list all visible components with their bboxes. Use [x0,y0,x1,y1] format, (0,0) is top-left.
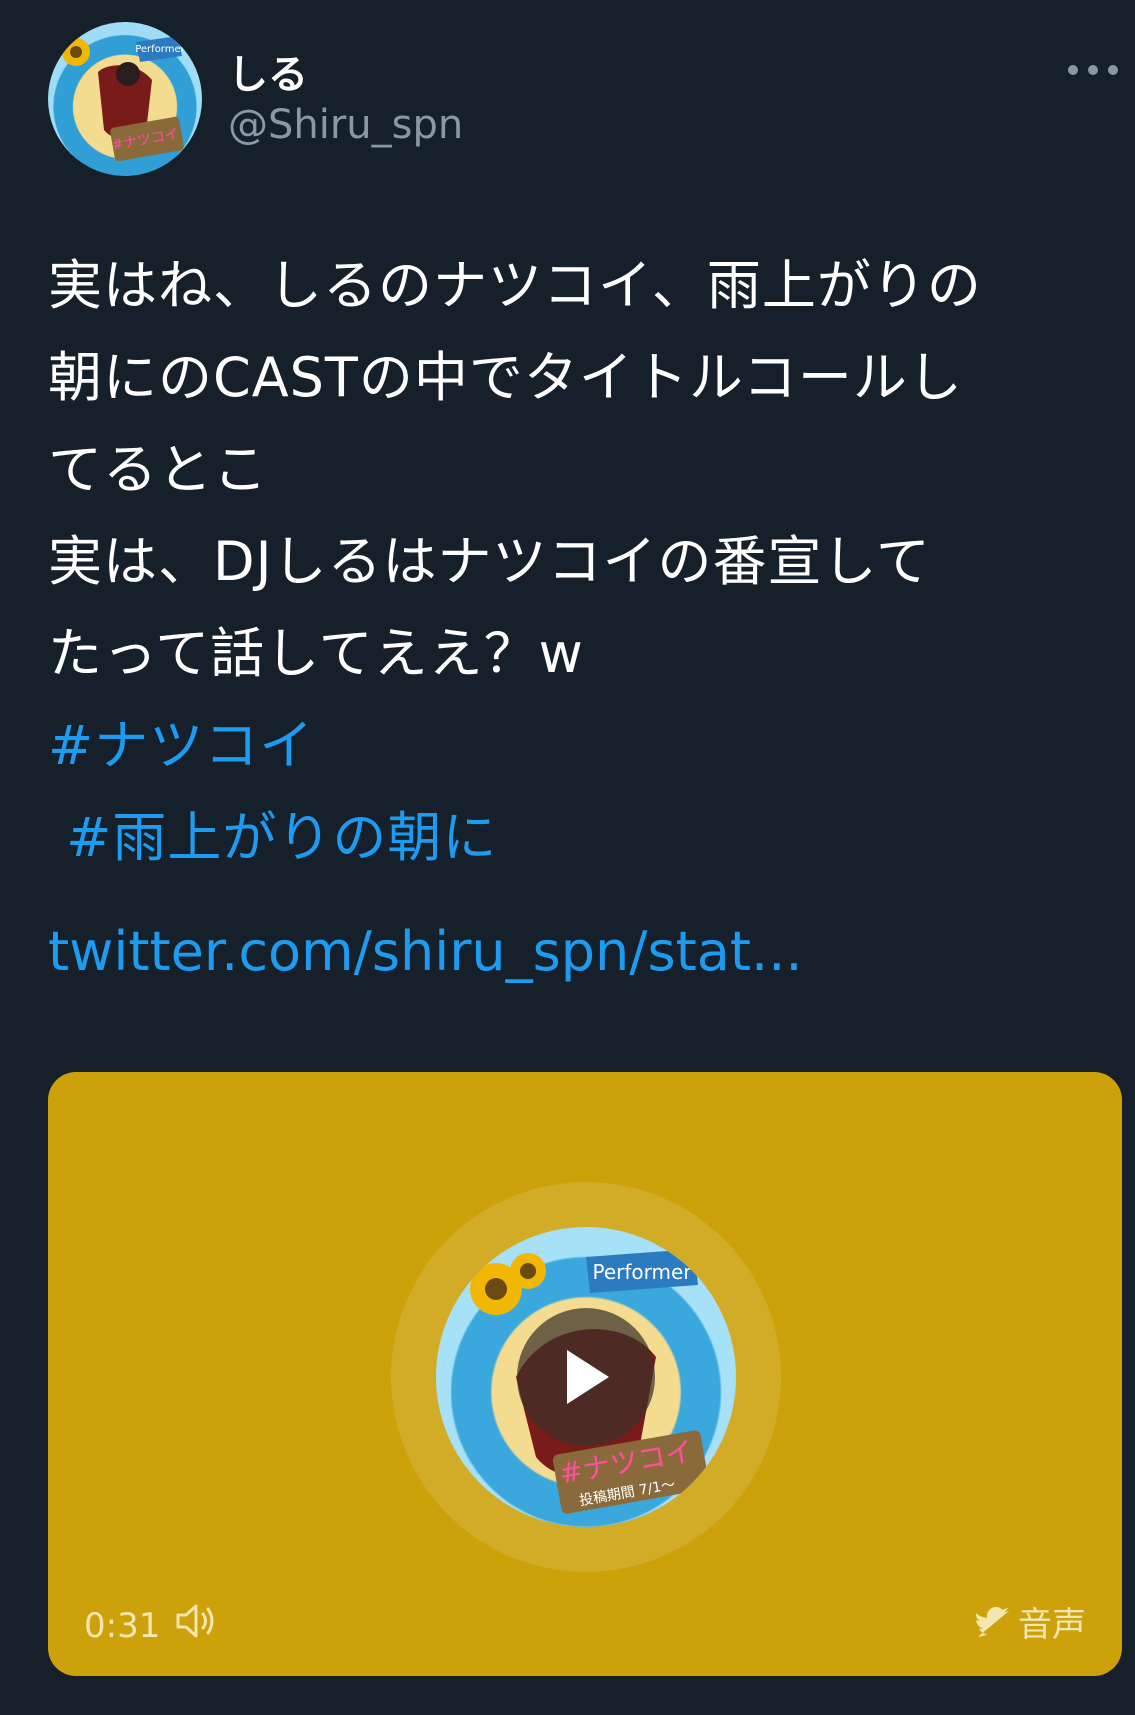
hashtag-amagari[interactable]: #雨上がりの朝に [48,806,497,869]
tweet-line: 実はね、しるのナツコイ、雨上がりの [48,254,982,317]
avatar-banner-text: Performer [135,44,185,55]
next-section-edge [0,1700,1135,1715]
tweet-line: てるとこ [48,438,268,501]
audio-duration: 0:31 [84,1606,161,1646]
audio-source: 音声 [976,1597,1086,1646]
audio-card[interactable]: Performer #ナツコイ 投稿期間 7/1～ 0:31 音声 [48,1072,1122,1676]
avatar-artwork: Performer #ナツコイ [62,36,186,162]
tweet-text: 実はね、しるのナツコイ、雨上がりの 朝にのCASTの中でタイトルコールし てると… [48,240,1098,884]
audio-source-label: 音声 [1018,1605,1086,1645]
avatar[interactable]: Performer #ナツコイ [48,22,202,176]
dot [1088,65,1098,75]
play-button[interactable] [517,1308,655,1446]
tweet-line: 実は、DJしるはナツコイの番宣して [48,530,931,593]
tweet-header: Performer #ナツコイ しる @Shiru_spn [48,22,1118,182]
author-name[interactable]: しる [228,42,308,100]
twitter-bird-icon [976,1606,1010,1637]
hashtag-natsukoi[interactable]: #ナツコイ [48,714,314,777]
tweet-line: 朝にのCASTの中でタイトルコールし [48,346,963,409]
more-horizontal-icon[interactable] [1068,60,1118,80]
speaker-icon[interactable] [174,1602,218,1644]
play-icon [567,1350,609,1404]
author-handle[interactable]: @Shiru_spn [228,102,463,148]
artwork-banner-text: Performer [592,1260,692,1284]
dot [1108,65,1118,75]
tweet-link[interactable]: twitter.com/shiru_spn/stat... [48,920,803,983]
dot [1068,65,1078,75]
tweet-line: たって話してええ？w [48,622,584,685]
